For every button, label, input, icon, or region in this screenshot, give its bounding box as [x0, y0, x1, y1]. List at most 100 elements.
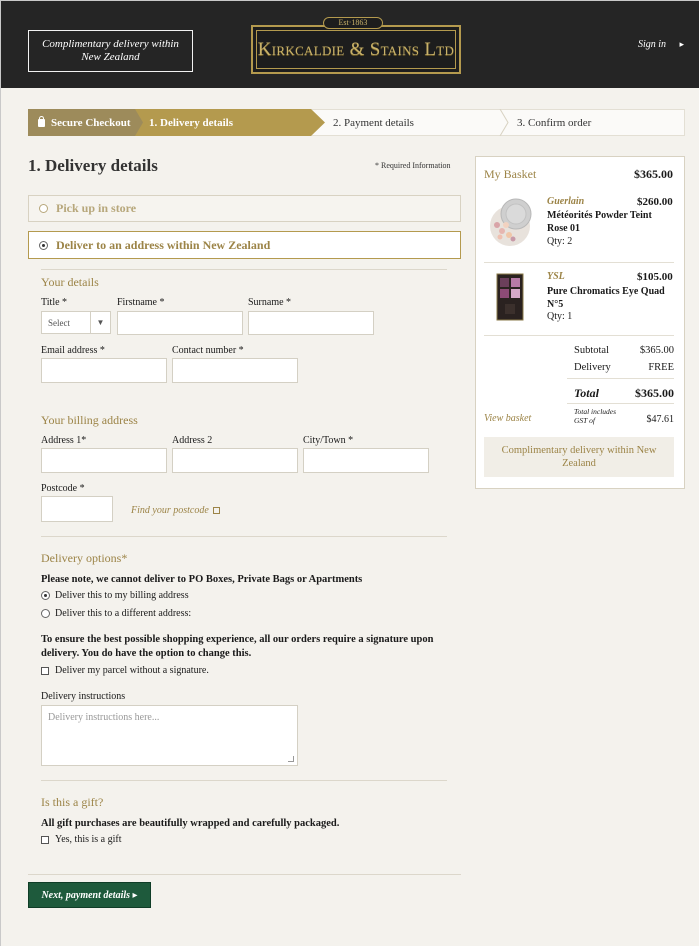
step-confirm-order: 3. Confirm order [517, 109, 591, 136]
deliver-billing-label: Deliver this to my billing address [55, 590, 189, 601]
gift-label: Yes, this is a gift [55, 834, 122, 845]
divider [41, 780, 447, 781]
next-payment-details-button[interactable]: Next, payment details ▸ [28, 882, 151, 908]
total-value: $365.00 [635, 386, 674, 400]
firstname-input[interactable] [117, 311, 243, 335]
divider [41, 536, 447, 537]
view-basket-link[interactable]: View basket [484, 413, 531, 424]
delivery-options-heading: Delivery options* [41, 551, 128, 565]
basket-divider [567, 378, 674, 379]
product-brand: YSL [547, 271, 565, 282]
deliver-billing-radio[interactable] [41, 591, 50, 600]
deliver-different-option[interactable]: Deliver this to a different address: [41, 608, 191, 619]
delivery-instructions-textarea[interactable]: Delivery instructions here... [41, 705, 298, 766]
header-promo-text: Complimentary delivery within New Zealan… [42, 38, 179, 63]
city-input[interactable] [303, 448, 429, 473]
city-label: City/Town * [303, 435, 354, 446]
sign-in-link[interactable]: Sign in [638, 39, 666, 50]
basket-promo-strip: Complimentary delivery within New Zealan… [484, 437, 674, 477]
gift-heading: Is this a gift? [41, 795, 104, 809]
product-price: $105.00 [637, 271, 673, 283]
basket-title: My Basket [484, 167, 537, 181]
firstname-label: Firstname * [117, 297, 165, 308]
required-info-note: * Required Information [375, 161, 451, 170]
step-delivery-details: 1. Delivery details [135, 109, 325, 136]
deliver-address-radio[interactable] [39, 240, 48, 250]
pickup-label: Pick up in store [56, 201, 137, 215]
address2-input[interactable] [172, 448, 298, 473]
step-payment-details: 2. Payment details [333, 109, 414, 136]
delivery-label: Delivery [574, 362, 611, 373]
header-promo-banner: Complimentary delivery within New Zealan… [28, 30, 193, 72]
resize-handle-icon[interactable] [288, 756, 294, 762]
subtotal-label: Subtotal [574, 345, 610, 356]
delivery-value: FREE [648, 362, 674, 373]
step-delivery-details-label: 1. Delivery details [149, 116, 234, 129]
title-label: Title * [41, 297, 68, 308]
lock-icon [38, 115, 45, 127]
deliver-billing-option[interactable]: Deliver this to my billing address [41, 590, 189, 601]
product-image-guerlain[interactable] [485, 195, 540, 250]
contact-number-input[interactable] [172, 358, 298, 383]
gst-value: $47.61 [646, 414, 675, 425]
delivery-instructions-label: Delivery instructions [41, 691, 126, 702]
product-name[interactable]: Météorités Powder Teint Rose 01 [547, 209, 657, 235]
no-signature-label: Deliver my parcel without a signature. [55, 665, 209, 676]
basket-divider [567, 403, 674, 404]
sign-in-arrow-icon[interactable]: ▸ [679, 39, 684, 50]
pickup-in-store-option[interactable]: Pick up in store [28, 195, 461, 222]
find-postcode-label: Find your postcode [131, 505, 209, 516]
divider [28, 874, 461, 875]
email-input[interactable] [41, 358, 167, 383]
address2-label: Address 2 [172, 435, 213, 446]
step-payment-details-label: 2. Payment details [333, 116, 414, 129]
step-separator-chevron-icon [499, 109, 509, 136]
your-details-heading: Your details [41, 275, 99, 289]
po-box-note: Please note, we cannot deliver to PO Box… [41, 574, 363, 585]
no-signature-checkbox[interactable] [41, 666, 49, 675]
product-image-ysl[interactable] [485, 269, 540, 324]
basket-promo-text: Complimentary delivery within New Zealan… [501, 445, 657, 469]
gst-label: Total includes GST of [574, 407, 617, 425]
total-label: Total [574, 386, 599, 400]
delivery-instructions-placeholder: Delivery instructions here... [48, 712, 160, 723]
deliver-address-label: Deliver to an address within New Zealand [56, 237, 271, 252]
title-select[interactable]: Select ▼ [41, 311, 111, 334]
logo-wordmark: Kirkcaldie & Stains Ltd [257, 39, 455, 60]
gift-note: All gift purchases are beautifully wrapp… [41, 818, 340, 829]
subtotal-value: $365.00 [639, 345, 674, 356]
secure-checkout-step: Secure Checkout [28, 109, 139, 136]
product-qty: Qty: 1 [547, 311, 573, 322]
contact-number-label: Contact number * [172, 345, 244, 356]
gift-checkbox[interactable] [41, 835, 49, 844]
page-title: 1. Delivery details [28, 156, 158, 175]
billing-address-heading: Your billing address [41, 413, 138, 427]
chevron-down-icon[interactable]: ▼ [90, 312, 110, 333]
surname-input[interactable] [248, 311, 374, 335]
brand-logo[interactable]: Est·1863 Kirkcaldie & Stains Ltd [251, 17, 461, 74]
external-link-icon [213, 507, 221, 514]
pickup-radio[interactable] [39, 204, 48, 213]
postcode-input[interactable] [41, 496, 113, 522]
surname-label: Surname * [248, 297, 292, 308]
email-label: Email address * [41, 345, 105, 356]
address1-input[interactable] [41, 448, 167, 473]
next-button-label: Next, payment details ▸ [41, 889, 138, 901]
basket-divider [484, 262, 674, 263]
secure-checkout-label: Secure Checkout [51, 116, 131, 129]
gift-option[interactable]: Yes, this is a gift [41, 834, 122, 845]
product-brand: Guerlain [547, 196, 585, 207]
deliver-different-radio[interactable] [41, 609, 50, 618]
postcode-label: Postcode * [41, 483, 85, 494]
divider [41, 269, 447, 270]
product-qty: Qty: 2 [547, 236, 573, 247]
signature-note: To ensure the best possible shopping exp… [41, 634, 434, 659]
step-confirm-order-label: 3. Confirm order [517, 116, 592, 129]
deliver-to-address-option[interactable]: Deliver to an address within New Zealand [28, 231, 461, 259]
basket-header-total: $365.00 [634, 167, 673, 181]
logo-established: Est·1863 [323, 17, 383, 29]
find-postcode-link[interactable]: Find your postcode [131, 505, 221, 516]
no-signature-option[interactable]: Deliver my parcel without a signature. [41, 665, 209, 676]
product-name[interactable]: Pure Chromatics Eye Quad N°5 [547, 285, 667, 311]
deliver-different-label: Deliver this to a different address: [55, 608, 192, 619]
